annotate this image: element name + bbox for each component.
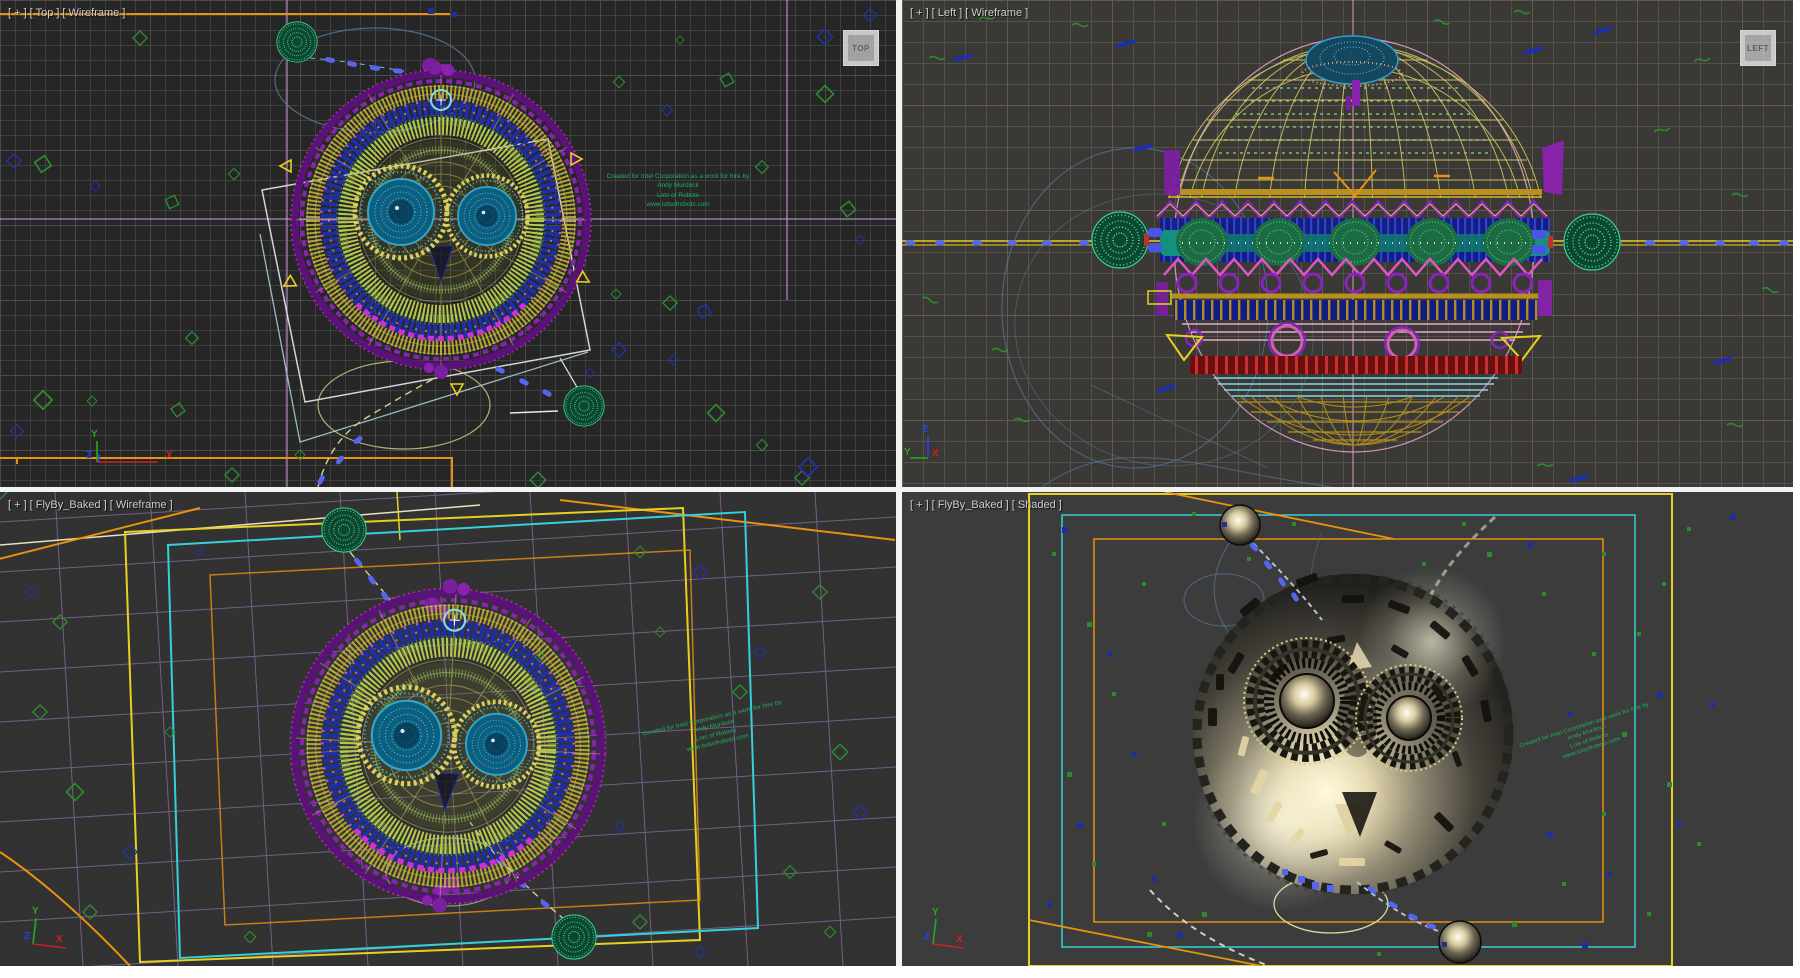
svg-text:Y: Y <box>932 907 939 918</box>
owl-ship-side-wireframe[interactable] <box>1156 36 1564 452</box>
owl-ship-wireframe[interactable] <box>291 61 591 379</box>
viewport-flyby-wireframe[interactable]: Y Z X [ + ] [ FlyBy_Baked ] [ Wireframe … <box>0 492 896 966</box>
svg-text:X: X <box>166 450 173 461</box>
viewport-label-flyby-wireframe: [ + ] [ FlyBy_Baked ] [ Wireframe ] <box>8 499 173 511</box>
viewport-menu-plus[interactable]: [ + ] <box>8 7 27 19</box>
viewport-menu-view[interactable]: [ Left ] <box>932 7 963 19</box>
viewport-canvas-top[interactable]: Y Z X <box>0 0 896 487</box>
viewport-left[interactable]: Z Y X [ + ] [ Left ] [ Wireframe ] LEFT <box>902 0 1793 487</box>
watermark-line: www.lotsofrobots.com <box>607 200 750 209</box>
viewport-splitter-horizontal[interactable] <box>0 487 1793 492</box>
owl-ship-wireframe[interactable] <box>282 571 614 921</box>
axis-tripod: Z Y X <box>904 424 939 459</box>
viewcube-left[interactable]: LEFT <box>1740 30 1776 66</box>
viewport-menu-view[interactable]: [ Top ] <box>30 7 60 19</box>
viewport-label-left: [ + ] [ Left ] [ Wireframe ] <box>910 7 1028 19</box>
viewport-menu-plus[interactable]: [ + ] <box>8 499 27 511</box>
moon-sphere-bottom[interactable] <box>564 386 604 426</box>
viewport-menu-shading[interactable]: [ Wireframe ] <box>965 7 1028 19</box>
svg-text:Y: Y <box>32 906 39 917</box>
svg-text:X: X <box>56 934 63 945</box>
viewport-menu-view[interactable]: [ FlyBy_Baked ] <box>932 499 1009 511</box>
moon-sphere-left[interactable] <box>1092 212 1162 268</box>
svg-text:Z: Z <box>924 931 930 942</box>
svg-text:Z: Z <box>86 450 92 461</box>
viewport-canvas-flyby-shaded[interactable]: Y Z X <box>902 492 1793 966</box>
moon-sphere-bottom[interactable] <box>552 915 596 959</box>
watermark-line: Lots of Robots <box>607 191 750 200</box>
viewcube-top[interactable]: TOP <box>843 30 879 66</box>
viewport-label-top: [ + ] [ Top ] [ Wireframe ] <box>8 7 125 19</box>
viewport-menu-view[interactable]: [ FlyBy_Baked ] <box>30 499 107 511</box>
watermark-line: Andy Murdock <box>607 181 750 190</box>
viewport-menu-plus[interactable]: [ + ] <box>910 499 929 511</box>
viewport-top[interactable]: Y Z X [ + ] [ Top ] [ Wireframe ] TOP Cr… <box>0 0 896 487</box>
viewport-label-flyby-shaded: [ + ] [ FlyBy_Baked ] [ Shaded ] <box>910 499 1062 511</box>
svg-text:Y: Y <box>91 429 98 440</box>
viewport-menu-shading[interactable]: [ Shaded ] <box>1012 499 1062 511</box>
svg-text:Z: Z <box>24 931 30 942</box>
viewport-menu-plus[interactable]: [ + ] <box>910 7 929 19</box>
viewport-canvas-left[interactable]: Z Y X <box>902 0 1793 487</box>
axis-tripod: Y Z X <box>24 906 66 948</box>
viewport-menu-shading[interactable]: [ Wireframe ] <box>110 499 173 511</box>
watermark-text: Created for Intel Corporation as a work … <box>607 172 750 210</box>
axis-tripod: Y Z X <box>924 907 964 948</box>
svg-text:X: X <box>932 448 939 459</box>
viewport-menu-shading[interactable]: [ Wireframe ] <box>62 7 125 19</box>
svg-text:Y: Y <box>904 447 911 458</box>
moon-sphere-top[interactable] <box>277 22 317 62</box>
viewport-quad-layout: Y Z X [ + ] [ Top ] [ Wireframe ] TOP Cr… <box>0 0 1800 978</box>
svg-text:Z: Z <box>922 424 928 435</box>
flyby-loop-ellipse[interactable] <box>318 361 490 449</box>
viewport-splitter-vertical[interactable] <box>896 0 902 966</box>
owl-ship-shaded[interactable] <box>1191 567 1515 912</box>
svg-text:X: X <box>956 934 963 945</box>
watermark-line: Created for Intel Corporation as a work … <box>607 172 750 181</box>
moon-sphere-top[interactable] <box>322 508 366 552</box>
viewport-flyby-shaded[interactable]: Y Z X [ + ] [ FlyBy_Baked ] [ Shaded ] C… <box>902 492 1793 966</box>
